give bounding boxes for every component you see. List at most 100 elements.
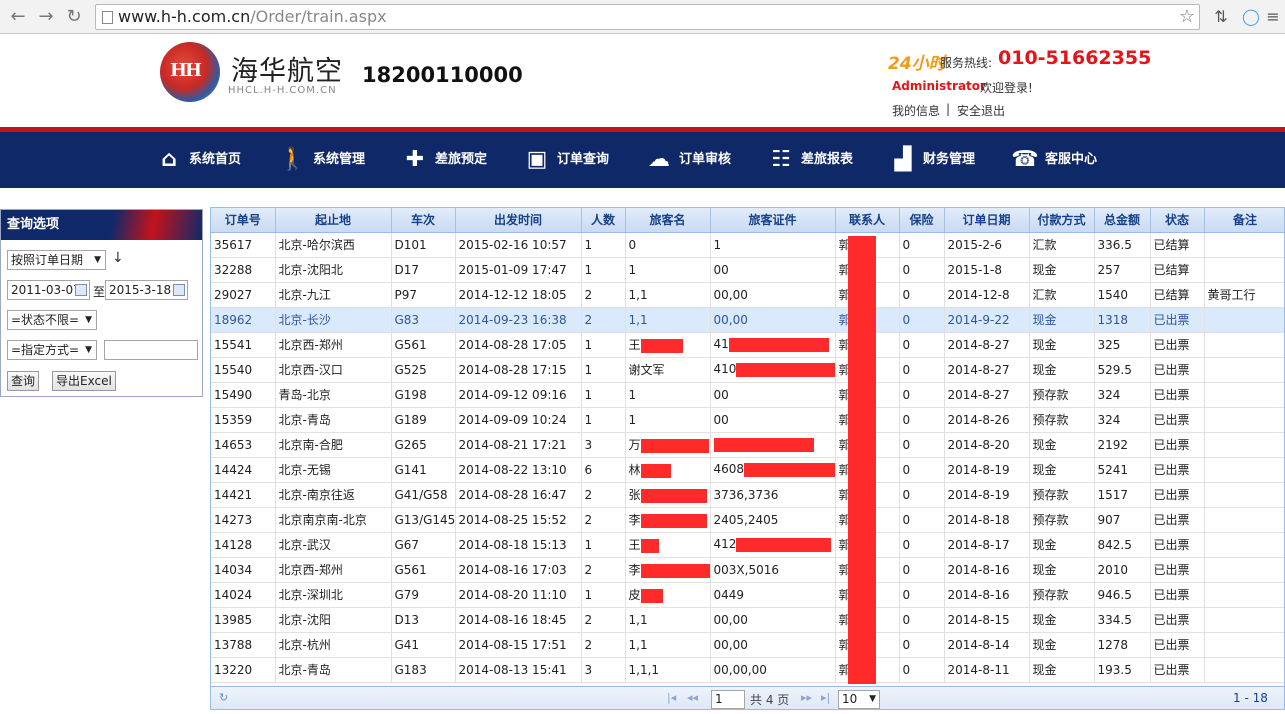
column-header[interactable]: 人数 [581,208,626,233]
logout-link[interactable]: 安全退出 [957,102,1005,119]
table-row[interactable]: 14424 北京-无锡 G141 2014-08-22 13:10 6 林 4608 郭 0 20… [211,457,1284,483]
table-row[interactable]: 29027 北京-九江 P97 2014-12-12 18:05 2 1,1 00,00 郭 0… [211,282,1284,308]
nav-travel-report[interactable]: ☷ 差旅报表 [765,132,853,188]
extension-icon[interactable]: ⇅ [1210,6,1232,28]
date-to-input[interactable]: 2015-3-18 [105,280,188,300]
page-number-input[interactable]: 1 [711,690,745,709]
column-header[interactable]: 联系人 [835,208,900,233]
cell-text: 14653 [214,437,253,452]
sort-arrow-icon[interactable]: ↓ [112,250,124,266]
cell-text: 2015-01-09 17:47 [458,262,567,277]
cell-text: 2 [584,287,593,302]
column-header[interactable]: 旅客名 [625,208,711,233]
table-row[interactable]: 13220 北京-青岛 G183 2014-08-13 15:41 3 1,1,1 00,0… [211,657,1284,683]
calendar-icon[interactable] [75,284,87,296]
column-header[interactable]: 订单号 [211,208,276,233]
search-button[interactable]: 查询 [7,371,40,391]
column-header[interactable]: 备注 [1204,208,1284,233]
nav-order-query[interactable]: ▣ 订单查询 [521,132,609,188]
cell-status: 已结算 [1150,232,1205,258]
reload-icon[interactable]: ↻ [62,5,86,29]
cell-ins: 0 [899,582,945,608]
column-header[interactable]: 订单日期 [944,208,1030,233]
table-row[interactable]: 13788 北京-杭州 G41 2014-08-15 17:51 2 1,1 00,00 郭 0… [211,632,1284,658]
column-header[interactable]: 车次 [391,208,456,233]
cell-pay: 预存款 [1029,407,1095,433]
nav-order-review[interactable]: ☁ 订单审核 [643,132,731,188]
table-row[interactable]: 13985 北京-沈阳 D13 2014-08-16 18:45 2 1,1 00,00 郭 0… [211,607,1284,633]
calendar-icon[interactable] [173,284,185,296]
status-select[interactable]: =状态不限= ▼ [7,310,97,330]
cell-ins: 0 [899,457,945,483]
page-size-select[interactable]: 10 ▼ [838,690,880,709]
back-arrow-icon[interactable]: ← [6,5,30,29]
my-info-link[interactable]: 我的信息 [892,102,940,119]
cell-name: 王 [625,532,711,558]
cell-status: 已结算 [1150,282,1205,308]
table-row[interactable]: 14653 北京南-合肥 G265 2014-08-21 17:21 3 万郭 0 2014-… [211,432,1284,458]
table-row[interactable]: 14024 北京-深圳北 G79 2014-08-20 11:10 1 皮 0449 郭 0 20… [211,582,1284,608]
export-excel-button[interactable]: 导出Excel [52,371,116,391]
cell-id: 13220 [211,657,276,683]
cell-text: 0 [902,287,911,302]
cell-amount: 2010 [1094,557,1151,583]
cell-note [1204,432,1284,458]
cell-text: 00,00 [713,287,748,302]
cell-ins: 0 [899,532,945,558]
forward-arrow-icon[interactable]: → [34,5,58,29]
nav-system-admin[interactable]: 🚶 系统管理 [277,132,365,188]
table-row[interactable]: 15541 北京西-郑州 G561 2014-08-28 17:05 1 王 41 郭 0 201… [211,332,1284,358]
cell-ins: 0 [899,557,945,583]
table-row[interactable]: 14273 北京南京南-北京 G13/G145 2014-08-25 15:52 2 李 2… [211,507,1284,533]
column-header[interactable]: 保险 [899,208,945,233]
cell-id: 15359 [211,407,276,433]
query-options-panel: 查询选项 按照订单日期 ▼ ↓ 2011-03-07 至 2015-3-18 =状… [0,209,203,397]
method-select[interactable]: =指定方式= ▼ [7,340,97,360]
cell-text: 29027 [214,287,253,302]
cell-name: 王 [625,332,711,358]
cell-text: 336.5 [1097,237,1132,252]
nav-customer-service[interactable]: ☎ 客服中心 [1009,132,1097,188]
cell-count: 1 [581,382,626,408]
cell-count: 1 [581,332,626,358]
column-header[interactable]: 付款方式 [1029,208,1095,233]
table-row[interactable]: 15540 北京西-汉口 G525 2014-08-28 17:15 1 谢文军 410 郭 0… [211,357,1284,383]
query-options-title: 查询选项 [1,210,202,240]
redaction-bar [640,438,709,453]
date-from-input[interactable]: 2011-03-07 [7,280,90,300]
next-page-icon[interactable]: ▸▸ [801,691,812,704]
column-header[interactable]: 起止地 [275,208,392,233]
column-header[interactable]: 出发时间 [455,208,582,233]
first-page-icon[interactable]: |◂ [667,691,676,704]
nav-travel-booking[interactable]: ✚ 差旅预定 [399,132,487,188]
table-row[interactable]: 15490 青岛-北京 G198 2014-09-12 09:16 1 1 00 郭 0 2014… [211,382,1284,408]
table-row[interactable]: 14128 北京-武汉 G67 2014-08-18 15:13 1 王 412 郭 0 2014… [211,532,1284,558]
prev-page-icon[interactable]: ◂◂ [687,691,698,704]
refresh-icon[interactable]: ↻ [219,691,228,704]
table-row[interactable]: 15359 北京-青岛 G189 2014-09-09 10:24 1 1 00 郭 0 2014… [211,407,1284,433]
date-mode-select[interactable]: 按照订单日期 ▼ [7,250,106,270]
table-row[interactable]: 32288 北京-沈阳北 D17 2015-01-09 17:47 1 1 00 郭 0 2015… [211,257,1284,283]
nav-finance[interactable]: ▟ 财务管理 [887,132,975,188]
column-header[interactable]: 旅客证件 [710,208,836,233]
column-header[interactable]: 状态 [1150,208,1205,233]
table-row[interactable]: 14421 北京-南京往返 G41/G58 2014-08-28 16:47 2 张 373… [211,482,1284,508]
nav-home[interactable]: ⌂ 系统首页 [153,132,241,188]
cell-cert: 00 [710,257,836,283]
bookmark-star-icon[interactable]: ☆ [1179,5,1195,29]
column-header[interactable]: 总金额 [1094,208,1151,233]
cell-text: 2014-09-12 09:16 [458,387,567,402]
table-row[interactable]: 35617 北京-哈尔滨西 D101 2015-02-16 10:57 1 0 1 郭 0 201… [211,232,1284,258]
table-row[interactable]: 18962 北京-长沙 G83 2014-09-23 16:38 2 1,1 00,00 郭 0… [211,307,1284,333]
cell-text: 2014-8-20 [947,437,1010,452]
address-bar[interactable]: www.h-h.com.cn/Order/train.aspx ☆ [95,4,1200,30]
home-icon: ⌂ [161,147,177,172]
logo-emblem[interactable]: HH [160,42,220,102]
menu-icon[interactable]: ≡ [1262,6,1284,28]
cell-note [1204,632,1284,658]
last-page-icon[interactable]: ▸| [821,691,830,704]
method-value-input[interactable] [104,340,198,360]
table-row[interactable]: 14034 北京西-郑州 G561 2014-08-16 17:03 2 李 003X,50… [211,557,1284,583]
cell-text: 已出票 [1153,438,1190,452]
extension-circle-icon[interactable]: ◯ [1240,6,1262,28]
